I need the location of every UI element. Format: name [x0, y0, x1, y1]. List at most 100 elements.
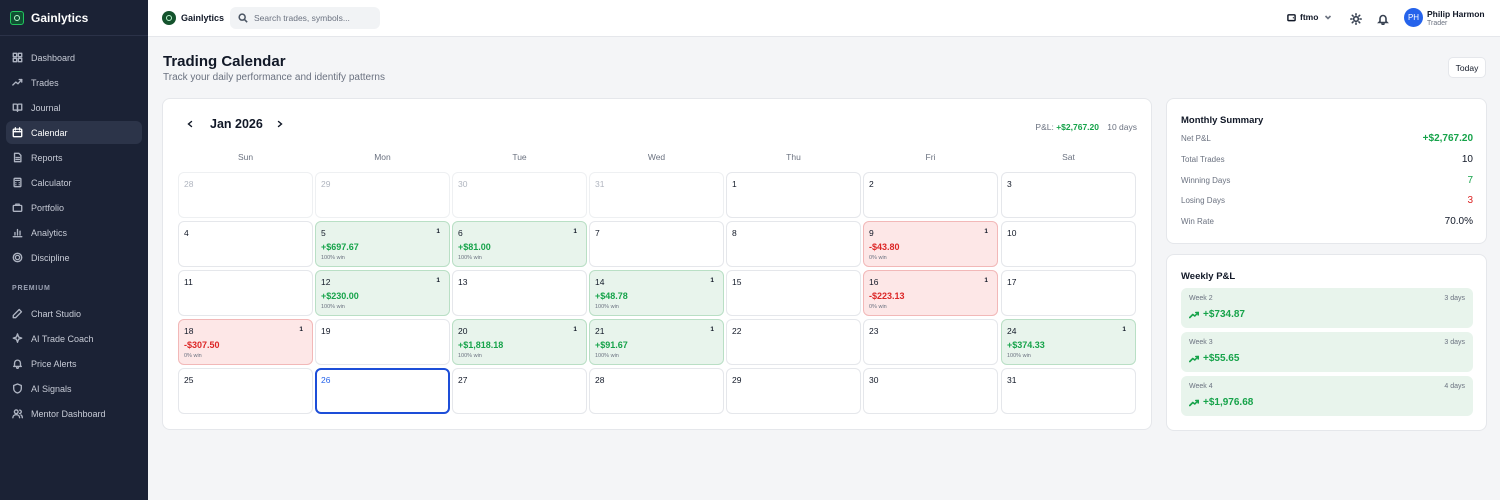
- calendar-day-cell[interactable]: 19: [315, 319, 450, 365]
- sidebar-item-label: AI Signals: [31, 383, 72, 394]
- avatar[interactable]: PH: [1404, 8, 1423, 27]
- sidebar-brand[interactable]: Gainlytics: [0, 0, 148, 36]
- calendar-pnl-label: P&L:: [1035, 122, 1057, 132]
- day-number: 12: [321, 277, 331, 287]
- summary-value: 3: [1467, 195, 1473, 206]
- calendar-day-cell[interactable]: 11: [178, 270, 313, 316]
- day-winrate: 100% win: [595, 353, 619, 359]
- calendar-day-cell[interactable]: 7: [589, 221, 724, 267]
- calendar-day-cell[interactable]: 10: [1001, 221, 1136, 267]
- summary-row: Winning Days 7: [1181, 175, 1473, 186]
- next-month-button[interactable]: [273, 117, 287, 131]
- calendar-day-cell[interactable]: 18 1 -$307.50 0% win: [178, 319, 313, 365]
- calendar-day-cell[interactable]: 9 1 -$43.80 0% win: [863, 221, 998, 267]
- calendar-day-cell[interactable]: 8: [726, 221, 861, 267]
- prev-month-button[interactable]: [183, 117, 197, 131]
- calendar-day-cell[interactable]: 5 1 +$697.67 100% win: [315, 221, 450, 267]
- theme-toggle-button[interactable]: [1350, 12, 1362, 25]
- day-pnl: -$43.80: [869, 242, 900, 252]
- day-number: 10: [1007, 228, 1017, 238]
- day-number: 20: [458, 326, 468, 336]
- sidebar-item-label: Trades: [31, 77, 59, 88]
- calendar-day-cell[interactable]: 24 1 +$374.33 100% win: [1001, 319, 1136, 365]
- calendar-day-cell[interactable]: 31: [589, 172, 724, 218]
- day-number: 27: [458, 375, 468, 385]
- sidebar-item-reports[interactable]: Reports: [6, 146, 142, 169]
- calendar-day-cell[interactable]: 20 1 +$1,818.18 100% win: [452, 319, 587, 365]
- today-button[interactable]: Today: [1448, 57, 1486, 78]
- sidebar-item-chart-studio[interactable]: Chart Studio: [6, 302, 142, 325]
- chevron-down-icon: [1325, 15, 1332, 20]
- calendar-day-cell[interactable]: 6 1 +$81.00 100% win: [452, 221, 587, 267]
- user-name: Philip Harmon: [1427, 9, 1485, 19]
- day-number: 28: [595, 375, 605, 385]
- page-title: Trading Calendar: [163, 53, 286, 70]
- calendar-day-cell[interactable]: 15: [726, 270, 861, 316]
- calendar-day-cell[interactable]: 21 1 +$91.67 100% win: [589, 319, 724, 365]
- sidebar-item-discipline[interactable]: Discipline: [6, 246, 142, 269]
- calendar-day-cell[interactable]: 29: [315, 172, 450, 218]
- calendar-day-cell[interactable]: 26: [315, 368, 450, 414]
- calendar-day-cell[interactable]: 27: [452, 368, 587, 414]
- calendar-icon: [12, 127, 23, 138]
- day-winrate: 0% win: [184, 353, 202, 359]
- calendar-day-cell[interactable]: 16 1 -$223.13 0% win: [863, 270, 998, 316]
- search-box[interactable]: [230, 7, 380, 29]
- calendar-day-cell[interactable]: 2: [863, 172, 998, 218]
- sidebar-item-mentor-dashboard[interactable]: Mentor Dashboard: [6, 402, 142, 425]
- calendar-day-cell[interactable]: 28: [589, 368, 724, 414]
- summary-label: Losing Days: [1181, 196, 1226, 205]
- account-selector[interactable]: ftmo: [1287, 12, 1332, 22]
- week-days: 3 days: [1444, 339, 1465, 346]
- calendar-day-cell[interactable]: 23: [863, 319, 998, 365]
- summary-value: 70.0%: [1444, 216, 1473, 227]
- calendar-day-cell[interactable]: 14 1 +$48.78 100% win: [589, 270, 724, 316]
- calendar-day-cell[interactable]: 31: [1001, 368, 1136, 414]
- week-pnl: +$734.87: [1203, 309, 1245, 320]
- calendar-day-cell[interactable]: 1: [726, 172, 861, 218]
- day-pnl: +$48.78: [595, 291, 628, 301]
- calendar-day-cell[interactable]: 12 1 +$230.00 100% win: [315, 270, 450, 316]
- monthly-summary-card: Monthly Summary Net P&L +$2,767.20 Total T…: [1166, 98, 1487, 244]
- sidebar-item-trades[interactable]: Trades: [6, 71, 142, 94]
- day-winrate: 100% win: [458, 353, 482, 359]
- day-number: 31: [1007, 375, 1017, 385]
- sidebar-item-calendar[interactable]: Calendar: [6, 121, 142, 144]
- day-number: 17: [1007, 277, 1017, 287]
- day-number: 29: [321, 179, 331, 189]
- day-number: 11: [184, 277, 193, 287]
- header-logo-icon[interactable]: [162, 11, 176, 25]
- search-input[interactable]: [254, 13, 372, 23]
- sidebar-item-label: AI Trade Coach: [31, 333, 94, 344]
- sidebar-item-ai-signals[interactable]: AI Signals: [6, 377, 142, 400]
- target-icon: [12, 252, 23, 263]
- calendar-day-cell[interactable]: 25: [178, 368, 313, 414]
- notifications-button[interactable]: [1377, 12, 1389, 26]
- briefcase-icon: [12, 203, 23, 212]
- user-role: Trader: [1427, 20, 1448, 27]
- sidebar-item-dashboard[interactable]: Dashboard: [6, 46, 142, 69]
- sidebar-item-calculator[interactable]: Calculator: [6, 171, 142, 194]
- sidebar-item-price-alerts[interactable]: Price Alerts: [6, 352, 142, 375]
- week-days: 3 days: [1444, 295, 1465, 302]
- calendar-day-cell[interactable]: 28: [178, 172, 313, 218]
- calendar-day-cell[interactable]: 22: [726, 319, 861, 365]
- sidebar-nav: Dashboard Trades Journal Calendar Reports Cal…: [0, 36, 148, 269]
- users-icon: [12, 409, 23, 419]
- calendar-day-cell[interactable]: 17: [1001, 270, 1136, 316]
- sidebar-item-journal[interactable]: Journal: [6, 96, 142, 119]
- calendar-day-cell[interactable]: 30: [863, 368, 998, 414]
- calculator-icon: [13, 177, 22, 188]
- calendar-day-cell[interactable]: 29: [726, 368, 861, 414]
- weekday-label: Wed: [647, 152, 666, 162]
- sidebar-item-ai-trade-coach[interactable]: AI Trade Coach: [6, 327, 142, 350]
- account-name: ftmo: [1300, 12, 1319, 22]
- calendar-day-cell[interactable]: 30: [452, 172, 587, 218]
- sidebar-item-portfolio[interactable]: Portfolio: [6, 196, 142, 219]
- sidebar-item-analytics[interactable]: Analytics: [6, 221, 142, 244]
- sun-icon: [1350, 13, 1362, 25]
- calendar-day-cell[interactable]: 13: [452, 270, 587, 316]
- calendar-day-cell[interactable]: 3: [1001, 172, 1136, 218]
- day-winrate: 100% win: [1007, 353, 1031, 359]
- calendar-day-cell[interactable]: 4: [178, 221, 313, 267]
